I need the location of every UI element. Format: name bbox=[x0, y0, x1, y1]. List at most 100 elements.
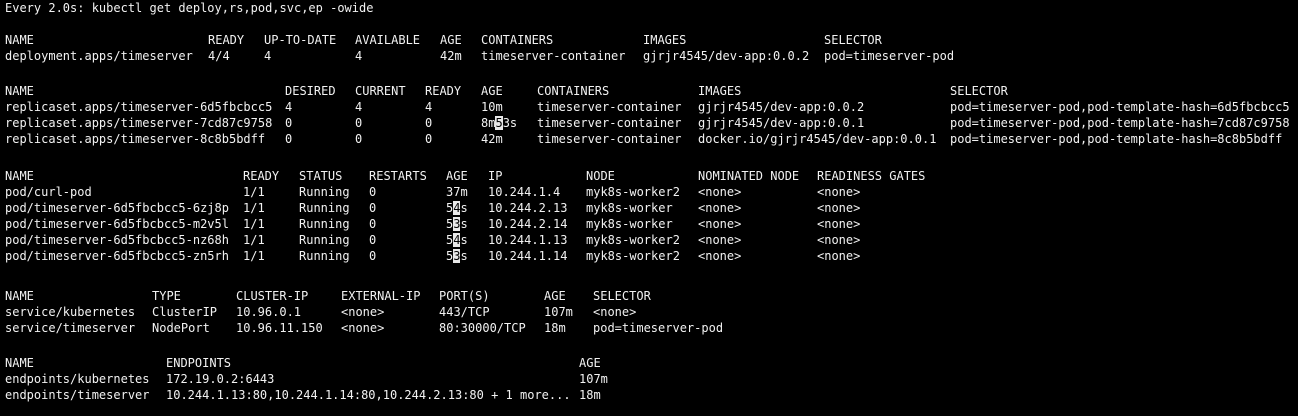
cell-desired: 4 bbox=[285, 100, 293, 114]
cell-ready: 0 bbox=[425, 116, 433, 130]
cell-up-to-date: 4 bbox=[264, 49, 272, 63]
cell-containers: timeserver-container bbox=[537, 100, 682, 114]
cell-available: 4 bbox=[355, 49, 363, 63]
cell-node: myk8s-worker2 bbox=[586, 185, 680, 199]
cell-name: pod/timeserver-6d5fbcbcc5-zn5rh bbox=[5, 249, 229, 263]
column-header-up-to-date: UP-TO-DATE bbox=[264, 33, 337, 47]
cell-restarts: 0 bbox=[369, 185, 377, 199]
cell-selector: <none> bbox=[593, 305, 637, 319]
cell-node: myk8s-worker bbox=[586, 217, 673, 231]
cell-ip: 10.244.2.14 bbox=[488, 217, 568, 231]
cell-images: gjrjr4545/dev-app:0.0.2 bbox=[698, 100, 865, 114]
cell-images: gjrjr4545/dev-app:0.0.2 bbox=[643, 49, 810, 63]
cell-age: 8m53s bbox=[481, 116, 518, 130]
cell-name: replicaset.apps/timeserver-8c8b5bdff bbox=[5, 132, 266, 146]
cell-ip: 10.244.1.13 bbox=[488, 233, 568, 247]
cell-name: pod/timeserver-6d5fbcbcc5-m2v5l bbox=[5, 217, 229, 231]
cell-ip: 10.244.2.13 bbox=[488, 201, 568, 215]
column-header-name: NAME bbox=[5, 356, 34, 370]
cell-status: Running bbox=[299, 201, 350, 215]
cell-ip: 10.244.1.4 bbox=[488, 185, 561, 199]
cell-nominated-node: <none> bbox=[698, 233, 742, 247]
cell-readiness-gates: <none> bbox=[817, 233, 861, 247]
cell-age: 37m bbox=[446, 185, 468, 199]
column-header-age: AGE bbox=[446, 169, 468, 183]
cell-desired: 0 bbox=[285, 116, 293, 130]
cell-node: myk8s-worker bbox=[586, 201, 673, 215]
column-header-containers: CONTAINERS bbox=[537, 84, 610, 98]
watch-header: Every 2.0s: kubectl get deploy,rs,pod,sv… bbox=[5, 1, 374, 15]
cell-restarts: 0 bbox=[369, 249, 377, 263]
cell-name: deployment.apps/timeserver bbox=[5, 49, 193, 63]
column-header-node: NODE bbox=[586, 169, 615, 183]
column-header-images: IMAGES bbox=[698, 84, 742, 98]
cell-port-s: 80:30000/TCP bbox=[439, 321, 526, 335]
cell-images: docker.io/gjrjr4545/dev-app:0.0.1 bbox=[698, 132, 937, 146]
cell-nominated-node: <none> bbox=[698, 249, 742, 263]
cell-age: 107m bbox=[544, 305, 573, 319]
cell-name: endpoints/kubernetes bbox=[5, 372, 150, 386]
cell-name: service/kubernetes bbox=[5, 305, 136, 319]
column-header-ready: READY bbox=[243, 169, 280, 183]
cell-nominated-node: <none> bbox=[698, 201, 742, 215]
column-header-current: CURRENT bbox=[355, 84, 406, 98]
cell-readiness-gates: <none> bbox=[817, 217, 861, 231]
cell-name: replicaset.apps/timeserver-7cd87c9758 bbox=[5, 116, 273, 130]
cell-selector: pod=timeserver-pod,pod-template-hash=6d5… bbox=[950, 100, 1290, 114]
cell-current: 0 bbox=[355, 116, 363, 130]
cell-ready: 4 bbox=[425, 100, 433, 114]
cell-cluster-ip: 10.96.0.1 bbox=[236, 305, 302, 319]
column-header-name: NAME bbox=[5, 33, 34, 47]
column-header-name: NAME bbox=[5, 84, 34, 98]
cell-selector: pod=timeserver-pod,pod-template-hash=7cd… bbox=[950, 116, 1290, 130]
column-header-ready: READY bbox=[425, 84, 462, 98]
cell-age: 42m bbox=[440, 49, 462, 63]
cell-type: NodePort bbox=[152, 321, 210, 335]
column-header-name: NAME bbox=[5, 289, 34, 303]
cell-nominated-node: <none> bbox=[698, 185, 742, 199]
column-header-age: AGE bbox=[579, 356, 601, 370]
column-header-selector: SELECTOR bbox=[824, 33, 882, 47]
column-header-status: STATUS bbox=[299, 169, 343, 183]
cell-external-ip: <none> bbox=[341, 321, 385, 335]
column-header-available: AVAILABLE bbox=[355, 33, 421, 47]
cell-current: 0 bbox=[355, 132, 363, 146]
cell-type: ClusterIP bbox=[152, 305, 218, 319]
column-header-selector: SELECTOR bbox=[593, 289, 651, 303]
cell-port-s: 443/TCP bbox=[439, 305, 490, 319]
cell-node: myk8s-worker2 bbox=[586, 249, 680, 263]
cell-node: myk8s-worker2 bbox=[586, 233, 680, 247]
terminal-window[interactable]: Every 2.0s: kubectl get deploy,rs,pod,sv… bbox=[0, 0, 1298, 416]
column-header-selector: SELECTOR bbox=[950, 84, 1008, 98]
cell-readiness-gates: <none> bbox=[817, 201, 861, 215]
column-header-ready: READY bbox=[208, 33, 245, 47]
column-header-readiness-gates: READINESS GATES bbox=[817, 169, 926, 183]
cell-containers: timeserver-container bbox=[537, 116, 682, 130]
column-header-ip: IP bbox=[488, 169, 503, 183]
column-header-desired: DESIRED bbox=[285, 84, 336, 98]
cell-external-ip: <none> bbox=[341, 305, 385, 319]
cell-name: pod/timeserver-6d5fbcbcc5-nz68h bbox=[5, 233, 229, 247]
column-header-containers: CONTAINERS bbox=[481, 33, 554, 47]
cell-name: pod/timeserver-6d5fbcbcc5-6zj8p bbox=[5, 201, 229, 215]
cell-age: 42m bbox=[481, 132, 503, 146]
cell-endpoints: 10.244.1.13:80,10.244.1.14:80,10.244.2.1… bbox=[166, 388, 571, 402]
cell-restarts: 0 bbox=[369, 217, 377, 231]
column-header-nominated-node: NOMINATED NODE bbox=[698, 169, 800, 183]
column-header-age: AGE bbox=[481, 84, 503, 98]
cell-age: 10m bbox=[481, 100, 503, 114]
cell-selector: pod=timeserver-pod,pod-template-hash=8c8… bbox=[950, 132, 1283, 146]
column-header-age: AGE bbox=[440, 33, 462, 47]
cell-restarts: 0 bbox=[369, 233, 377, 247]
cell-status: Running bbox=[299, 217, 350, 231]
column-header-external-ip: EXTERNAL-IP bbox=[341, 289, 421, 303]
cell-ready: 1/1 bbox=[243, 185, 265, 199]
cell-readiness-gates: <none> bbox=[817, 249, 861, 263]
cell-ready: 1/1 bbox=[243, 249, 265, 263]
cell-status: Running bbox=[299, 249, 350, 263]
cell-age: 53s bbox=[446, 217, 468, 231]
column-header-restarts: RESTARTS bbox=[369, 169, 427, 183]
cell-name: replicaset.apps/timeserver-6d5fbcbcc5 bbox=[5, 100, 273, 114]
cell-ready: 4/4 bbox=[208, 49, 230, 63]
cell-cluster-ip: 10.96.11.150 bbox=[236, 321, 323, 335]
